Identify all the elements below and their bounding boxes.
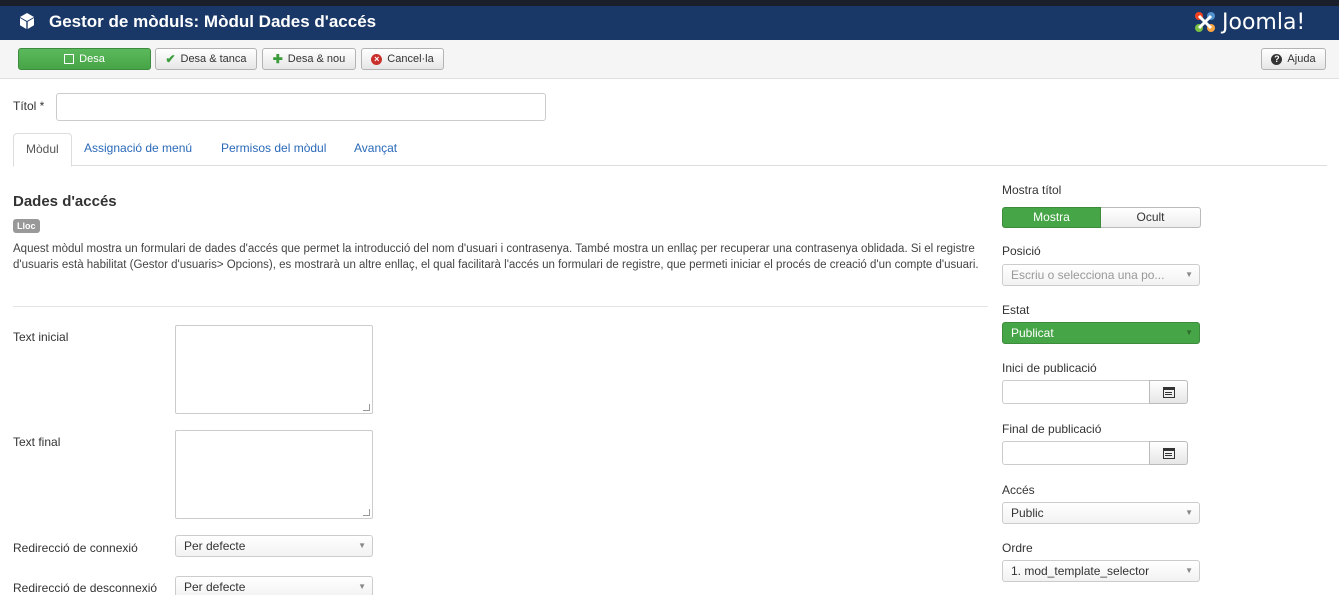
position-placeholder: Escriu o selecciona una po... xyxy=(1011,268,1165,282)
publish-up-calendar-button[interactable] xyxy=(1149,380,1188,404)
ordering-select[interactable]: 1. mod_template_selector ▼ xyxy=(1002,560,1200,582)
cancel-label: Cancel·la xyxy=(387,53,434,65)
posttext-label: Text final xyxy=(13,435,61,449)
chevron-down-icon: ▼ xyxy=(1185,270,1193,279)
title-input[interactable] xyxy=(56,93,546,121)
save-close-button[interactable]: ✔ Desa & tanca xyxy=(155,48,257,70)
access-label: Accés xyxy=(1002,483,1035,497)
check-icon: ✔ xyxy=(165,52,176,66)
site-badge: Lloc xyxy=(13,219,40,233)
cube-icon xyxy=(20,13,34,29)
question-icon: ? xyxy=(1271,53,1283,65)
app-header: Gestor de mòduls: Mòdul Dades d'accés Jo… xyxy=(0,6,1339,40)
title-label: Títol * xyxy=(13,99,45,113)
divider xyxy=(13,306,988,307)
access-value: Public xyxy=(1011,506,1044,520)
tab-bar: Mòdul Assignació de menú Permisos del mò… xyxy=(13,133,1327,167)
login-redirect-value: Per defecte xyxy=(184,539,246,553)
chevron-down-icon: ▼ xyxy=(1185,566,1193,575)
publish-down-input[interactable] xyxy=(1002,441,1150,465)
chevron-down-icon: ▼ xyxy=(1185,508,1193,517)
calendar-icon xyxy=(1162,447,1175,459)
chevron-down-icon: ▼ xyxy=(1185,328,1193,337)
status-label: Estat xyxy=(1002,303,1030,317)
status-select[interactable]: Publicat ▼ xyxy=(1002,322,1200,344)
help-button[interactable]: ? Ajuda xyxy=(1261,48,1326,70)
show-title-on-button[interactable]: Mostra xyxy=(1002,207,1101,228)
position-label: Posició xyxy=(1002,244,1041,258)
plus-icon: ✚ xyxy=(272,52,283,66)
logout-redirect-value: Per defecte xyxy=(184,580,246,594)
save-new-label: Desa & nou xyxy=(287,53,346,65)
tab-advanced[interactable]: Avançat xyxy=(342,133,409,166)
tab-menu-assignment[interactable]: Assignació de menú xyxy=(72,133,204,166)
cancel-icon: × xyxy=(371,53,383,65)
edit-icon xyxy=(64,54,75,64)
help-label: Ajuda xyxy=(1287,53,1316,65)
joomla-logo[interactable]: Joomla! xyxy=(1192,8,1305,36)
tab-module[interactable]: Mòdul xyxy=(13,133,72,167)
status-value: Publicat xyxy=(1011,326,1054,340)
pretext-label: Text inicial xyxy=(13,330,69,344)
publish-up-label: Inici de publicació xyxy=(1002,361,1097,375)
position-select[interactable]: Escriu o selecciona una po... ▼ xyxy=(1002,264,1200,286)
toolbar: Desa ✔ Desa & tanca ✚ Desa & nou × Cance… xyxy=(0,40,1339,79)
show-title-label: Mostra títol xyxy=(1002,183,1062,197)
module-description: Aquest mòdul mostra un formulari de dade… xyxy=(13,243,979,271)
save-new-button[interactable]: ✚ Desa & nou xyxy=(262,48,356,70)
cancel-button[interactable]: × Cancel·la xyxy=(361,48,444,70)
publish-down-calendar-button[interactable] xyxy=(1149,441,1188,465)
save-button-label: Desa xyxy=(79,53,105,65)
ordering-label: Ordre xyxy=(1002,541,1033,555)
calendar-icon xyxy=(1162,386,1175,398)
joomla-logo-icon xyxy=(1195,12,1215,32)
publish-down-label: Final de publicació xyxy=(1002,422,1102,436)
posttext-textarea[interactable] xyxy=(175,430,373,519)
show-title-off-button[interactable]: Ocult xyxy=(1101,207,1201,228)
chevron-down-icon: ▼ xyxy=(358,541,366,550)
logout-redirect-label: Redirecció de desconnexió xyxy=(13,581,158,595)
module-title: Dades d'accés xyxy=(13,193,117,210)
ordering-value: 1. mod_template_selector xyxy=(1011,564,1150,578)
login-redirect-label: Redirecció de connexió xyxy=(13,541,138,555)
chevron-down-icon: ▼ xyxy=(358,582,366,591)
logout-redirect-select[interactable]: Per defecte ▼ xyxy=(175,576,373,595)
save-close-label: Desa & tanca xyxy=(180,53,247,65)
pretext-textarea[interactable] xyxy=(175,325,373,414)
joomla-wordmark: Joomla! xyxy=(1222,9,1306,35)
page-title: Gestor de mòduls: Mòdul Dades d'accés xyxy=(49,12,377,31)
publish-up-input[interactable] xyxy=(1002,380,1150,404)
tab-module-permissions[interactable]: Permisos del mòdul xyxy=(209,133,338,166)
access-select[interactable]: Public ▼ xyxy=(1002,502,1200,524)
show-title-toggle: Mostra Ocult xyxy=(1002,207,1201,228)
save-button[interactable]: Desa xyxy=(18,48,151,70)
login-redirect-select[interactable]: Per defecte ▼ xyxy=(175,535,373,557)
